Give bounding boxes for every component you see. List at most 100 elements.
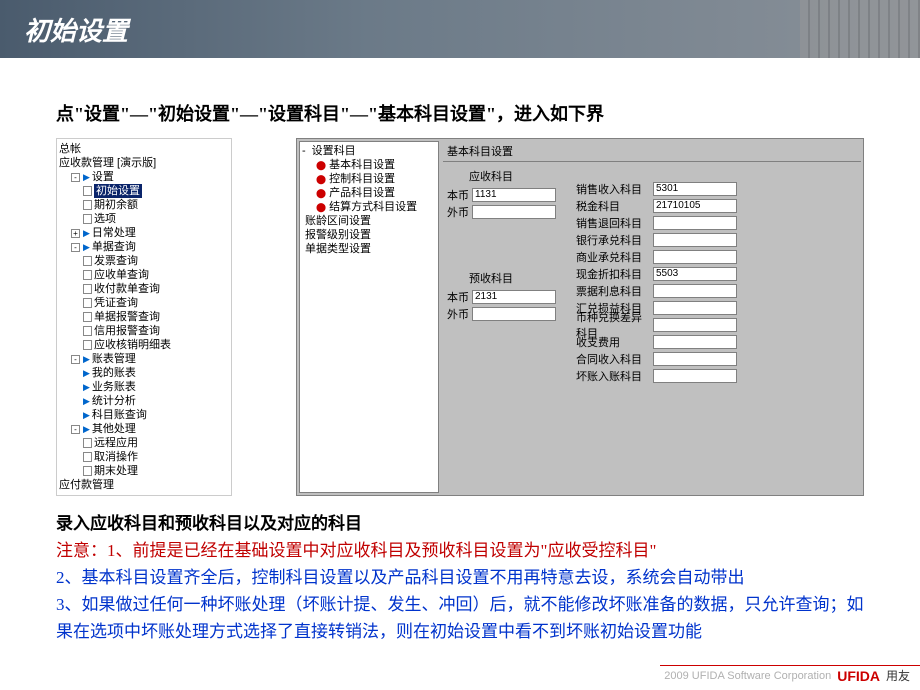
row-return: 销售退回科目 <box>576 214 737 231</box>
tree-node-option[interactable]: 选项 <box>59 212 229 226</box>
row-fee: 收支费用 <box>576 333 737 350</box>
tree-node-stat[interactable]: ▶统计分析 <box>59 394 229 408</box>
copyright-text: 2009 UFIDA Software Corporation <box>664 670 831 682</box>
tree-node-bizacc[interactable]: ▶业务账表 <box>59 380 229 394</box>
input-pre-local[interactable] <box>472 290 556 304</box>
slide-footer: 2009 UFIDA Software Corporation UFIDA 用友 <box>664 667 910 684</box>
slide-content: 点"设置"—"初始设置"—"设置科目"—"基本科目设置"，进入如下界 总帐 应收… <box>0 58 920 645</box>
tree-node-payment[interactable]: 收付款单查询 <box>59 282 229 296</box>
mtree-alarm[interactable]: 报警级别设置 <box>302 228 436 242</box>
body-text: 录入应收科目和预收科目以及对应的科目 注意：1、前提是已经在基础设置中对应收科目… <box>56 510 864 645</box>
collapse-icon[interactable]: - <box>71 243 80 252</box>
tree-node-credit[interactable]: 信用报警查询 <box>59 324 229 338</box>
row-contract: 合同收入科目 <box>576 350 737 367</box>
mtree-billtype[interactable]: 单据类型设置 <box>302 242 436 256</box>
row-local-2: 本币 <box>447 288 556 305</box>
tree-node-alarm[interactable]: 单据报警查询 <box>59 310 229 324</box>
mtree-basic[interactable]: ⬤基本科目设置 <box>302 158 436 172</box>
tree-node-invoice[interactable]: 发票查询 <box>59 254 229 268</box>
tree-root-ar[interactable]: 应收款管理 [演示版] <box>59 156 229 170</box>
page-icon <box>83 452 92 462</box>
row-foreign-2: 外币 <box>447 305 556 322</box>
page-icon <box>83 466 92 476</box>
section-prepay: 预收科目 <box>447 268 556 288</box>
ufida-logo: UFIDA <box>837 668 880 684</box>
input-ar-local[interactable] <box>472 188 556 202</box>
settings-tree: -设置科目 ⬤基本科目设置 ⬤控制科目设置 ⬤产品科目设置 ⬤结算方式科目设置 … <box>299 141 439 493</box>
input-currdiff[interactable] <box>653 318 737 332</box>
input-exchange[interactable] <box>653 301 737 315</box>
tree-node-bill[interactable]: -▶单据查询 <box>59 240 229 254</box>
tree-node-period[interactable]: 期末处理 <box>59 464 229 478</box>
tree-node-cancel[interactable]: 取消操作 <box>59 450 229 464</box>
page-icon <box>83 326 92 336</box>
tree-node-daily[interactable]: +▶日常处理 <box>59 226 229 240</box>
input-baddebt[interactable] <box>653 369 737 383</box>
input-tax[interactable] <box>653 199 737 213</box>
ufida-cn: 用友 <box>886 667 910 684</box>
mtree-control[interactable]: ⬤控制科目设置 <box>302 172 436 186</box>
tree-node-remote[interactable]: 远程应用 <box>59 436 229 450</box>
link-icon: ⬤ <box>316 186 326 200</box>
mtree-product[interactable]: ⬤产品科目设置 <box>302 186 436 200</box>
row-billint: 票据利息科目 <box>576 282 737 299</box>
page-icon <box>83 312 92 322</box>
input-contract[interactable] <box>653 352 737 366</box>
arrow-icon: ▶ <box>83 422 90 436</box>
collapse-icon[interactable]: - <box>71 173 80 182</box>
mtree-root[interactable]: -设置科目 <box>302 144 436 158</box>
basic-account-form: 基本科目设置 应收科目 本币 外币 预收科目 本币 外币 <box>441 139 863 495</box>
page-icon <box>83 270 92 280</box>
input-commerce[interactable] <box>653 250 737 264</box>
arrow-icon: ▶ <box>83 240 90 254</box>
arrow-icon: ▶ <box>83 352 90 366</box>
expand-icon[interactable]: + <box>71 229 80 238</box>
row-currdiff: 币种兑换差异科目 <box>576 316 737 333</box>
input-return[interactable] <box>653 216 737 230</box>
tree-node-other[interactable]: -▶其他处理 <box>59 422 229 436</box>
form-title: 基本科目设置 <box>443 141 861 162</box>
input-pre-foreign[interactable] <box>472 307 556 321</box>
header-decoration <box>800 0 920 58</box>
left-nav-tree: 总帐 应收款管理 [演示版] -▶设置 初始设置 期初余额 选项 +▶日常处理 … <box>56 138 232 496</box>
note-2: 2、基本科目设置齐全后，控制科目设置以及产品科目设置不用再特意去设，系统会自动带… <box>56 564 864 591</box>
row-baddebt: 坏账入账科目 <box>576 367 737 384</box>
collapse-icon[interactable]: - <box>302 144 306 158</box>
tree-node-subacc[interactable]: ▶科目账查询 <box>59 408 229 422</box>
input-ar-foreign[interactable] <box>472 205 556 219</box>
page-icon <box>83 200 92 210</box>
page-icon <box>83 284 92 294</box>
tree-root-gl[interactable]: 总帐 <box>59 142 229 156</box>
label-foreign: 外币 <box>447 204 469 220</box>
mtree-settle[interactable]: ⬤结算方式科目设置 <box>302 200 436 214</box>
link-icon: ⬤ <box>316 172 326 186</box>
collapse-icon[interactable]: - <box>71 425 80 434</box>
note-1: 注意：1、前提是已经在基础设置中对应收科目及预收科目设置为"应收受控科目" <box>56 537 864 564</box>
row-cashdisc: 现金折扣科目 <box>576 265 737 282</box>
tree-node-receipt[interactable]: 应收单查询 <box>59 268 229 282</box>
tree-node-settings[interactable]: -▶设置 <box>59 170 229 184</box>
settings-window: -设置科目 ⬤基本科目设置 ⬤控制科目设置 ⬤产品科目设置 ⬤结算方式科目设置 … <box>296 138 864 496</box>
slide-title: 初始设置 <box>24 11 128 48</box>
row-bank: 银行承兑科目 <box>576 231 737 248</box>
tree-root-ap[interactable]: 应付款管理 <box>59 478 229 492</box>
tree-node-voucher[interactable]: 凭证查询 <box>59 296 229 310</box>
form-left-col: 应收科目 本币 外币 预收科目 本币 外币 <box>447 166 556 384</box>
tree-node-account[interactable]: -▶账表管理 <box>59 352 229 366</box>
input-billint[interactable] <box>653 284 737 298</box>
arrow-icon: ▶ <box>83 380 90 394</box>
input-fee[interactable] <box>653 335 737 349</box>
collapse-icon[interactable]: - <box>71 355 80 364</box>
page-icon <box>83 186 92 196</box>
input-sales[interactable] <box>653 182 737 196</box>
tree-node-init[interactable]: 初始设置 <box>59 184 229 198</box>
arrow-icon: ▶ <box>83 394 90 408</box>
row-local-1: 本币 <box>447 186 556 203</box>
input-bank[interactable] <box>653 233 737 247</box>
tree-node-balance[interactable]: 期初余额 <box>59 198 229 212</box>
label-local: 本币 <box>447 289 469 305</box>
tree-node-verify[interactable]: 应收核销明细表 <box>59 338 229 352</box>
input-cashdisc[interactable] <box>653 267 737 281</box>
mtree-aging[interactable]: 账龄区间设置 <box>302 214 436 228</box>
tree-node-myacc[interactable]: ▶我的账表 <box>59 366 229 380</box>
